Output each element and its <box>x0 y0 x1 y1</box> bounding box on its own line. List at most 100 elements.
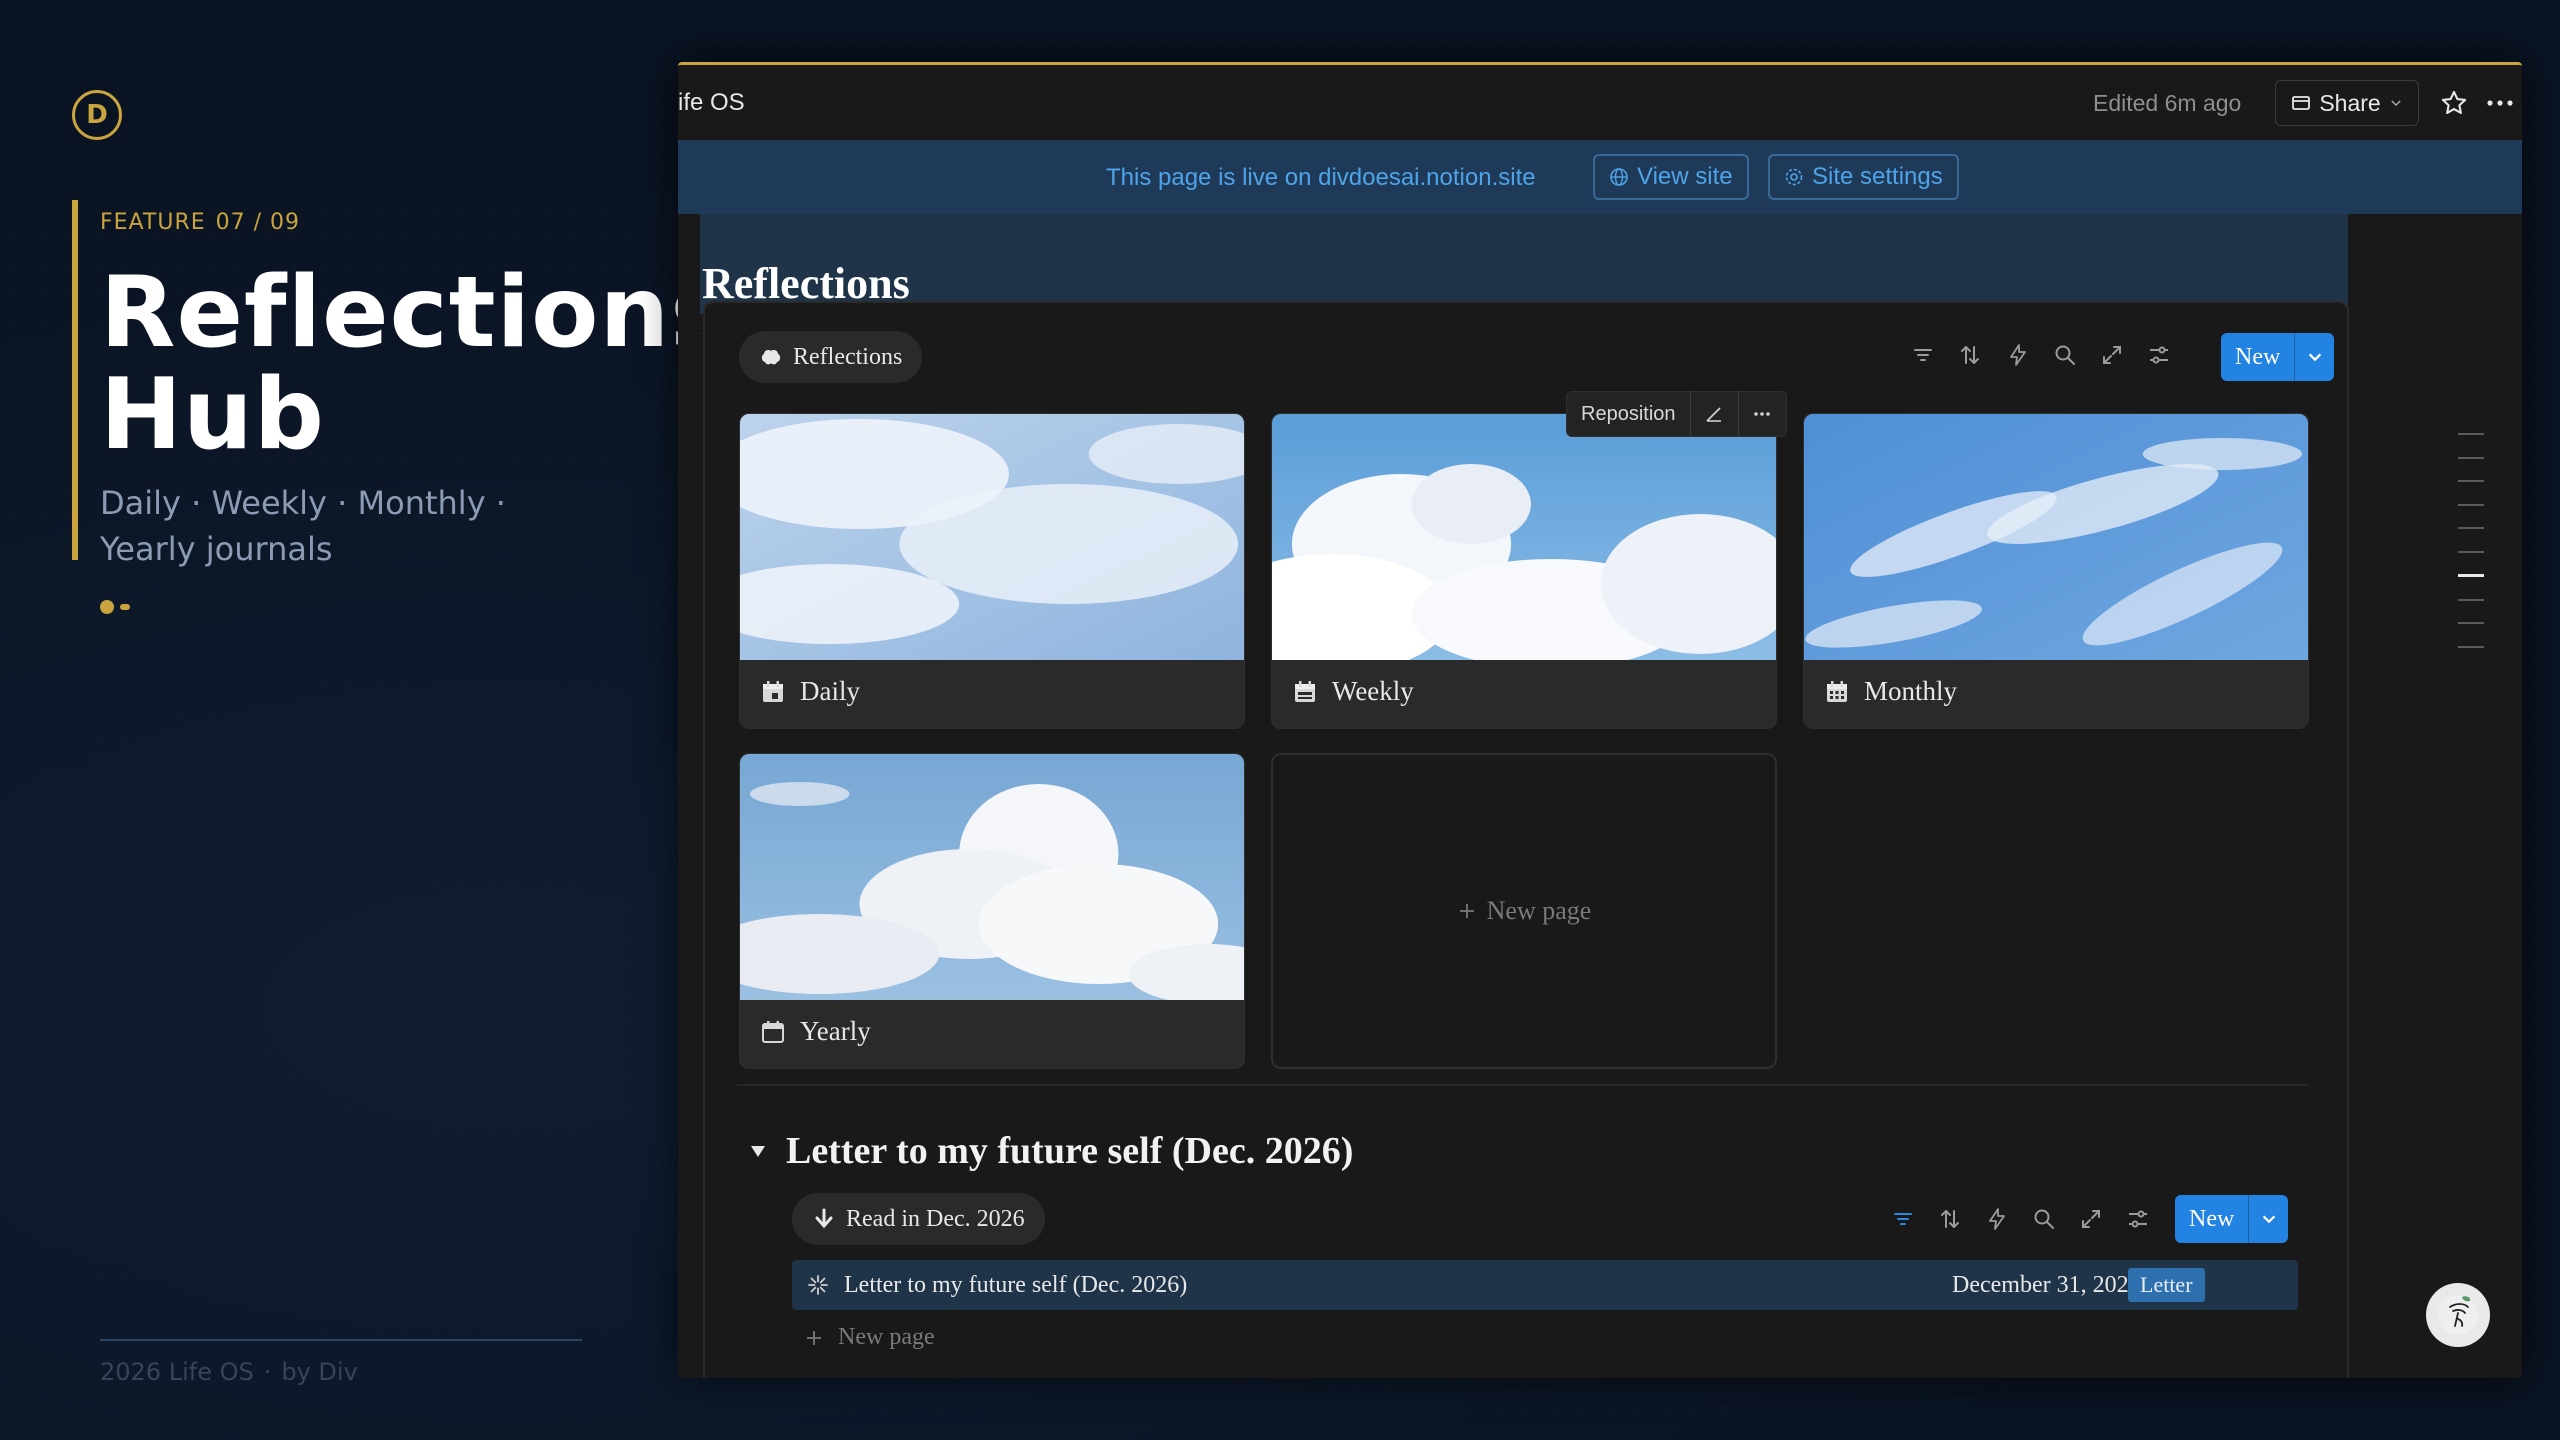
card-label: Weekly <box>1292 676 1414 707</box>
add-new-page-row[interactable]: New page <box>804 1324 935 1351</box>
slide-footer: 2026 Life OS·by Div <box>100 1358 358 1386</box>
hero-title: Reflections Hub <box>100 262 700 466</box>
settings-sliders-icon[interactable] <box>2126 1207 2150 1231</box>
calendar-week-icon <box>1292 679 1318 705</box>
filter-icon[interactable] <box>1911 343 1935 367</box>
feature-label: FEATURE07 / 09 <box>100 210 300 235</box>
view-site-button[interactable]: View site <box>1593 154 1749 200</box>
plus-icon <box>1457 901 1477 921</box>
favorite-star-icon[interactable] <box>2440 89 2468 117</box>
settings-sliders-icon[interactable] <box>2147 343 2171 367</box>
sparkle-icon <box>806 1273 830 1297</box>
search-icon[interactable] <box>2053 343 2077 367</box>
chevron-down-icon <box>2389 96 2403 110</box>
chevron-down-icon <box>2306 348 2324 366</box>
calendar-month-icon <box>1824 679 1850 705</box>
toggle-triangle-icon[interactable] <box>748 1141 768 1161</box>
card-label: Monthly <box>1824 676 1957 707</box>
new-button-label[interactable]: New <box>2175 1195 2248 1243</box>
site-settings-button[interactable]: Site settings <box>1768 154 1959 200</box>
sort-icon[interactable] <box>1958 343 1982 367</box>
card-title: Yearly <box>800 1016 871 1047</box>
card-cover-image <box>740 414 1244 660</box>
globe-icon <box>1609 167 1629 187</box>
gallery-new-page[interactable]: New page <box>1271 753 1777 1069</box>
new-letter-button[interactable]: New <box>2175 1195 2288 1243</box>
view-chip-read-in-dec[interactable]: Read in Dec. 2026 <box>792 1193 1045 1245</box>
calendar-day-icon <box>760 679 786 705</box>
gallery-card-monthly[interactable]: Monthly <box>1803 413 2309 729</box>
gallery-card-weekly[interactable]: Weekly <box>1271 413 1777 729</box>
breadcrumb[interactable]: ife OS <box>678 89 745 117</box>
toc-line[interactable] <box>2458 457 2484 459</box>
view-chip-label: Reflections <box>793 344 902 371</box>
new-record-button[interactable]: New <box>2221 333 2334 381</box>
letter-table-row[interactable]: Letter to my future self (Dec. 2026) Dec… <box>792 1260 2298 1310</box>
automation-bolt-icon[interactable] <box>1985 1207 2009 1231</box>
letter-toggle-heading[interactable]: Letter to my future self (Dec. 2026) <box>748 1129 1353 1173</box>
view-chip-reflections[interactable]: Reflections <box>739 331 922 383</box>
pencil-icon <box>1704 404 1724 424</box>
gallery-card-daily[interactable]: Daily <box>739 413 1245 729</box>
more-options-icon[interactable] <box>2484 89 2516 117</box>
brain-icon <box>759 345 783 369</box>
topbar: ife OS Edited 6m ago Share <box>678 65 2522 140</box>
table-of-contents-indicator[interactable] <box>2458 433 2484 669</box>
filter-icon[interactable] <box>1891 1207 1915 1231</box>
section-divider <box>737 1084 2309 1086</box>
brand-logo: D <box>72 90 122 140</box>
toc-line[interactable] <box>2458 480 2484 482</box>
card-title: Monthly <box>1864 676 1957 707</box>
expand-icon[interactable] <box>2100 343 2124 367</box>
toc-line[interactable] <box>2458 527 2484 529</box>
toc-line[interactable] <box>2458 599 2484 601</box>
site-settings-label: Site settings <box>1812 163 1943 191</box>
toc-line[interactable] <box>2458 504 2484 506</box>
card-cover-image <box>740 754 1244 1000</box>
reposition-button[interactable]: Reposition <box>1567 403 1690 426</box>
calendar-year-icon <box>760 1019 786 1045</box>
edit-cover-button[interactable] <box>1690 391 1738 437</box>
new-button-dropdown[interactable] <box>2294 333 2334 381</box>
gear-icon <box>1784 167 1804 187</box>
page-cover-strip: Reflections <box>700 214 2348 314</box>
dot-active <box>100 600 114 614</box>
notion-window: ife OS Edited 6m ago Share This page is … <box>678 62 2522 1378</box>
site-live-text[interactable]: This page is live on divdoesai.notion.si… <box>1106 164 1536 192</box>
more-options-icon <box>1752 404 1772 424</box>
help-assistant-button[interactable] <box>2426 1283 2490 1347</box>
new-button-label[interactable]: New <box>2221 333 2294 381</box>
hero-title-line2: Hub <box>100 364 700 466</box>
card-cover-image <box>1272 414 1776 660</box>
arrow-down-icon <box>812 1207 836 1231</box>
edited-status: Edited 6m ago <box>2093 90 2241 117</box>
toc-line[interactable] <box>2458 622 2484 624</box>
hero-title-line1: Reflections <box>100 262 700 364</box>
letter-heading-text: Letter to my future self (Dec. 2026) <box>786 1129 1353 1173</box>
sort-icon[interactable] <box>1938 1207 1962 1231</box>
card-label: Daily <box>760 676 860 707</box>
letter-row-title[interactable]: Letter to my future self (Dec. 2026) <box>844 1272 1187 1299</box>
hero-subtitle: Daily · Weekly · Monthly · Yearly journa… <box>100 480 540 572</box>
footer-author: by Div <box>281 1358 357 1386</box>
automation-bolt-icon[interactable] <box>2006 343 2030 367</box>
footer-separator: · <box>264 1358 272 1386</box>
card-label: Yearly <box>760 1016 871 1047</box>
card-title: Weekly <box>1332 676 1414 707</box>
search-icon[interactable] <box>2032 1207 2056 1231</box>
dot-small <box>120 604 130 610</box>
share-button[interactable]: Share <box>2275 80 2419 126</box>
plus-icon <box>804 1328 824 1348</box>
toc-line[interactable] <box>2458 646 2484 648</box>
feature-label-text: FEATURE <box>100 210 206 235</box>
view-chip-label: Read in Dec. 2026 <box>846 1206 1025 1233</box>
toc-line-active[interactable] <box>2458 574 2484 577</box>
letter-row-date: December 31, 2026 <box>1952 1272 2141 1299</box>
gallery-card-yearly[interactable]: Yearly <box>739 753 1245 1069</box>
cover-more-button[interactable] <box>1738 391 1786 437</box>
slide-progress-dots <box>100 600 130 614</box>
expand-icon[interactable] <box>2079 1207 2103 1231</box>
toc-line[interactable] <box>2458 551 2484 553</box>
toc-line[interactable] <box>2458 433 2484 435</box>
new-button-dropdown[interactable] <box>2248 1195 2288 1243</box>
